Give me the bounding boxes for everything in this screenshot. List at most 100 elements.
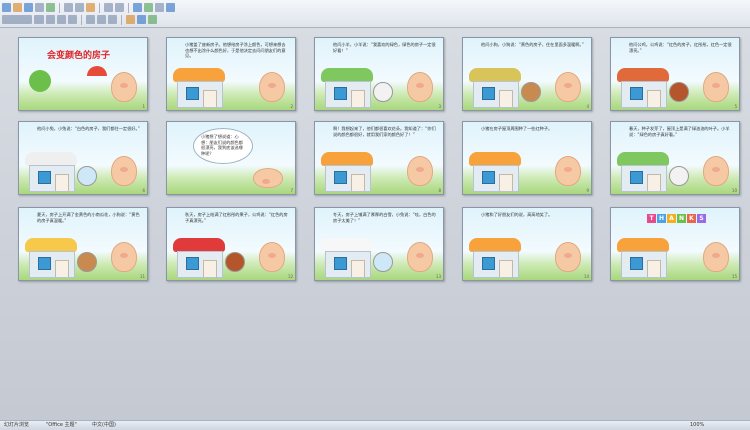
window-icon xyxy=(630,257,643,270)
house-wall xyxy=(325,81,371,108)
undo-icon[interactable] xyxy=(104,3,113,12)
paste-icon[interactable] xyxy=(86,3,95,12)
dog-icon xyxy=(77,252,97,272)
print-icon[interactable] xyxy=(46,3,55,12)
house-wall xyxy=(621,165,667,192)
toolbar xyxy=(0,0,750,28)
window-icon xyxy=(334,171,347,184)
toolbar-row-standard xyxy=(2,2,175,14)
slide-thumbnail-4[interactable]: 他问小狗，小狗说：“黄色的房子，住在里面多温暖啊。” 4 xyxy=(462,37,592,111)
thanks-letter: K xyxy=(687,214,696,223)
slide-thumbnail-11[interactable]: 夏天，房子上开满了金黄色的小南瓜花，小狗说：“黄色的房子真温暖。” 11 xyxy=(18,207,148,281)
house-illustration xyxy=(617,238,669,278)
window-icon xyxy=(482,257,495,270)
email-icon[interactable] xyxy=(35,3,44,12)
slide-number: 9 xyxy=(586,188,589,193)
slide-number: 11 xyxy=(139,274,145,279)
house-wall xyxy=(325,165,371,192)
toolbar-separator xyxy=(81,15,82,25)
copy-icon[interactable] xyxy=(75,3,84,12)
door-icon xyxy=(55,174,69,191)
house-illustration xyxy=(469,68,521,108)
window-icon xyxy=(38,257,51,270)
slide-thumbnail-10[interactable]: 春天，种子发芽了，屋顶上是满了绿油油的叶子。小羊说：“绿色的房子真好看。” 10 xyxy=(610,121,740,195)
house-wall xyxy=(473,165,519,192)
window-icon xyxy=(630,171,643,184)
slide-thumbnail-13[interactable]: 冬天，房子上铺满了厚厚的白雪，小兔说：“哇，白色的房子太美了！” 13 xyxy=(314,207,444,281)
thanks-letter: T xyxy=(647,214,656,223)
new-slide-icon[interactable] xyxy=(148,15,157,24)
house-roof xyxy=(321,68,373,82)
slide-number: 3 xyxy=(438,104,441,109)
save-icon[interactable] xyxy=(24,3,33,12)
new-icon[interactable] xyxy=(2,3,11,12)
slide-thumbnail-14[interactable]: 小猪和了好朋友们的说，高高地笑了。 14 xyxy=(462,207,592,281)
dog-icon xyxy=(521,82,541,102)
slide-number: 6 xyxy=(142,188,145,193)
thanks-letter: H xyxy=(657,214,666,223)
slide-thumbnail-15[interactable]: T H A N K S 15 xyxy=(610,207,740,281)
thanks-letter: N xyxy=(677,214,686,223)
house-wall xyxy=(29,251,75,278)
align-center-icon[interactable] xyxy=(97,15,106,24)
house-illustration xyxy=(321,152,373,192)
house-wall xyxy=(621,251,667,278)
open-icon[interactable] xyxy=(13,3,22,12)
toolbar-separator xyxy=(128,3,129,13)
pig-icon xyxy=(703,242,729,272)
window-icon xyxy=(186,257,199,270)
pig-icon xyxy=(703,156,729,186)
slide-thumbnail-2[interactable]: 小猪盖了座新房子。他想给房子涂上颜色，可想来想去也想不出涂什么颜色好，于是他决定… xyxy=(166,37,296,111)
door-icon xyxy=(499,90,513,107)
door-icon xyxy=(647,260,661,277)
font-size-select[interactable] xyxy=(34,15,44,24)
pig-icon xyxy=(407,72,433,102)
window-icon xyxy=(482,87,495,100)
slide-thumbnail-8[interactable]: 啊！我想起来了，他们都很喜欢花朵。我知道了：“你们说的颜色都很好，就用我们家的颜… xyxy=(314,121,444,195)
slide-text: 他问小兔，小兔说：“白色的房子，我们都住一定很好。” xyxy=(37,126,140,131)
slide-thumbnail-6[interactable]: 他问小兔，小兔说：“白色的房子，我们都住一定很好。” 6 xyxy=(18,121,148,195)
sheep-icon xyxy=(669,166,689,186)
slide-thumbnail-12[interactable]: 秋天，房子上结满了红彤彤的果子，公鸡说：“红色的房子真漂亮。” 12 xyxy=(166,207,296,281)
underline-icon[interactable] xyxy=(68,15,77,24)
pig-icon xyxy=(703,72,729,102)
house-roof xyxy=(173,68,225,82)
slide-thumbnail-1[interactable]: 会变颜色的房子 1 xyxy=(18,37,148,111)
slide-text: 夏天，房子上开满了金黄色的小南瓜花，小狗说：“黄色的房子真温暖。” xyxy=(37,212,140,223)
slide-text: 小猪和了好朋友们的说，高高地笑了。 xyxy=(481,212,553,217)
house-roof xyxy=(469,68,521,82)
cut-icon[interactable] xyxy=(64,3,73,12)
house-wall xyxy=(177,251,223,278)
slide-thumbnail-9[interactable]: 小猪在房子屋顶周围种了一些红种子。 9 xyxy=(462,121,592,195)
door-icon xyxy=(203,260,217,277)
align-right-icon[interactable] xyxy=(108,15,117,24)
slide-number: 13 xyxy=(435,274,441,279)
zoom-icon[interactable] xyxy=(155,3,164,12)
align-left-icon[interactable] xyxy=(86,15,95,24)
window-icon xyxy=(186,87,199,100)
house-roof xyxy=(617,68,669,82)
house-illustration xyxy=(321,68,373,108)
slide-number: 7 xyxy=(290,188,293,193)
house-illustration xyxy=(321,238,373,278)
italic-icon[interactable] xyxy=(57,15,66,24)
insert-table-icon[interactable] xyxy=(144,3,153,12)
font-select[interactable] xyxy=(2,15,32,24)
toolbar-row-format xyxy=(2,14,157,26)
design-icon[interactable] xyxy=(137,15,146,24)
slide-thumbnail-5[interactable]: 他问公鸡，公鸡说：“红色的房子，红彤彤，红色一定很漂亮。” 5 xyxy=(610,37,740,111)
help-icon[interactable] xyxy=(166,3,175,12)
slide-number: 8 xyxy=(438,188,441,193)
bold-icon[interactable] xyxy=(46,15,55,24)
redo-icon[interactable] xyxy=(115,3,124,12)
font-color-icon[interactable] xyxy=(126,15,135,24)
slide-text: 春天，种子发芽了，屋顶上是满了绿油油的叶子。小羊说：“绿色的房子真好看。” xyxy=(629,126,730,137)
rabbit-icon xyxy=(373,252,393,272)
house-roof xyxy=(321,152,373,166)
window-icon xyxy=(334,257,347,270)
rooster-icon xyxy=(669,82,689,102)
slide-thumbnail-7[interactable]: 小猪想了想说道：心想：朋友们说的颜色都很漂亮，我到底该选哪种呢？ 7 xyxy=(166,121,296,195)
slide-thumbnail-3[interactable]: 他问小羊，小羊说：“我喜欢的绿色，绿色的房子一定很好看！” 3 xyxy=(314,37,444,111)
slide-number: 12 xyxy=(287,274,293,279)
insert-chart-icon[interactable] xyxy=(133,3,142,12)
